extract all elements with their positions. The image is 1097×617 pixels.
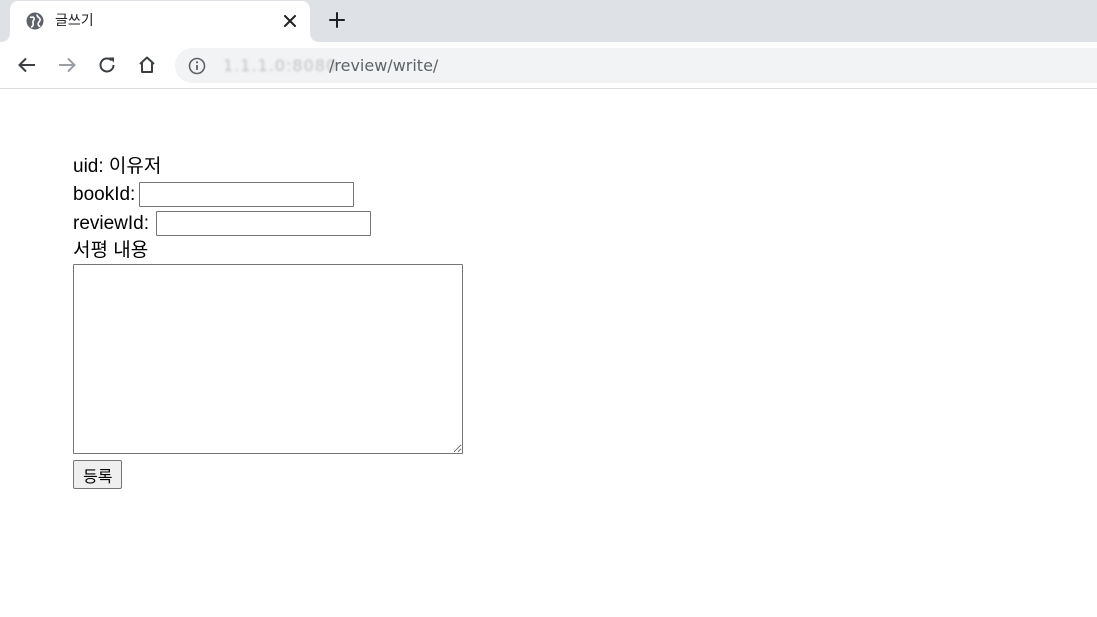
- content-label-row: 서평 내용: [73, 238, 463, 264]
- review-id-input[interactable]: [156, 211, 372, 237]
- reload-icon: [99, 57, 115, 73]
- book-id-row: bookId:: [73, 180, 463, 209]
- reload-button[interactable]: [95, 53, 119, 77]
- uid-row: uid: 이유저: [73, 152, 463, 180]
- forward-button[interactable]: [55, 53, 79, 77]
- arrow-right-icon: [59, 57, 76, 73]
- tab-title: 글쓰기: [55, 13, 94, 29]
- browser-toolbar: 1.1.1.0:8080 /review/write/: [0, 42, 1097, 89]
- address-bar[interactable]: 1.1.1.0:8080 /review/write/: [175, 48, 1097, 83]
- uid-label: uid:: [73, 156, 104, 177]
- close-icon: [284, 15, 296, 27]
- submit-button[interactable]: 등록: [73, 460, 123, 489]
- url-host: 1.1.1.0:8080: [223, 56, 338, 75]
- review-content-textarea[interactable]: [73, 264, 463, 454]
- uid-value: 이유저: [108, 156, 162, 177]
- close-tab-button[interactable]: [281, 12, 299, 30]
- url-path: /review/write/: [329, 56, 439, 75]
- new-tab-button[interactable]: [326, 9, 348, 31]
- arrow-left-icon: [18, 57, 35, 73]
- active-tab[interactable]: 글쓰기: [2, 1, 318, 42]
- home-button[interactable]: [135, 53, 159, 77]
- book-id-input[interactable]: [139, 182, 355, 208]
- review-id-label: reviewId:: [73, 213, 150, 234]
- globe-icon: [26, 12, 44, 30]
- plus-icon: [329, 12, 345, 28]
- review-write-form: uid: 이유저 bookId: reviewId: 서평 내용 등록: [73, 152, 463, 489]
- review-id-row: reviewId:: [73, 209, 463, 238]
- back-button[interactable]: [15, 53, 39, 77]
- review-content-label: 서평 내용: [73, 240, 149, 261]
- home-icon: [139, 56, 155, 73]
- book-id-label: bookId:: [73, 184, 136, 205]
- info-icon[interactable]: [188, 57, 206, 75]
- tab-strip: 글쓰기: [0, 0, 1097, 42]
